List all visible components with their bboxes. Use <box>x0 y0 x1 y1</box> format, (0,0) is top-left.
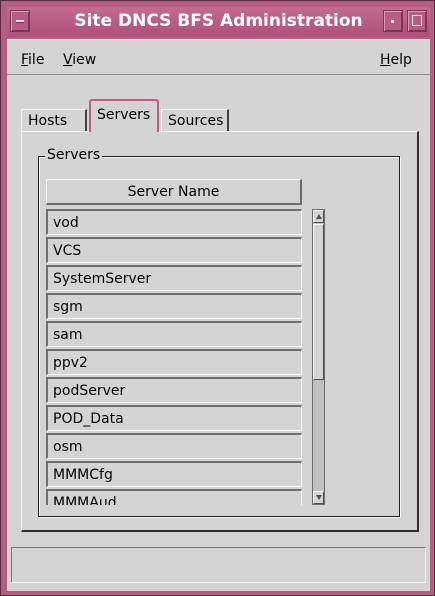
tab-sources-label: Sources <box>168 113 224 129</box>
tab-hosts-label: Hosts <box>28 113 68 129</box>
window-client-area: File View Help Hosts Servers Sources Ser… <box>7 39 430 591</box>
status-bar <box>11 547 426 583</box>
server-row-podserver[interactable]: podServer <box>46 377 302 403</box>
window-title: Site DNCS BFS Administration <box>74 11 363 31</box>
menu-view-mnemonic: V <box>63 52 73 68</box>
server-name-column-header[interactable]: Server Name <box>46 179 302 205</box>
server-row-vod[interactable]: vod <box>46 209 302 235</box>
maximize-button[interactable] <box>407 10 427 32</box>
menu-file[interactable]: File <box>21 52 44 68</box>
server-row-mmmaud[interactable]: MMMAud <box>46 489 302 505</box>
server-row-sam[interactable]: sam <box>46 321 302 347</box>
scrollbar-thumb[interactable] <box>313 224 324 380</box>
server-row-mmmcfg[interactable]: MMMCfg <box>46 461 302 487</box>
servers-group: Servers Server Name vod VCS SystemServer… <box>38 147 400 517</box>
server-list[interactable]: vod VCS SystemServer sgm sam ppv2 podSer… <box>46 209 302 505</box>
tab-container: Hosts Servers Sources Servers Server Nam… <box>19 99 419 532</box>
menu-help-label: elp <box>390 52 412 68</box>
server-row-ppv2[interactable]: ppv2 <box>46 349 302 375</box>
tab-servers[interactable]: Servers <box>89 99 159 132</box>
title-bar[interactable]: Site DNCS BFS Administration <box>7 7 430 37</box>
server-row-systemserver[interactable]: SystemServer <box>46 265 302 291</box>
tab-servers-label: Servers <box>97 107 151 123</box>
minimize-button[interactable] <box>383 10 403 32</box>
menu-bar: File View Help <box>7 39 430 75</box>
tab-sources[interactable]: Sources <box>161 109 229 131</box>
tab-hosts[interactable]: Hosts <box>21 109 87 131</box>
servers-group-label: Servers <box>45 147 103 163</box>
menu-file-mnemonic: F <box>21 52 29 68</box>
menu-file-label: ile <box>28 52 45 68</box>
servers-tab-panel: Servers Server Name vod VCS SystemServer… <box>21 131 419 532</box>
server-row-osm[interactable]: osm <box>46 433 302 459</box>
server-row-pod-data[interactable]: POD_Data <box>46 405 302 431</box>
server-row-vcs[interactable]: VCS <box>46 237 302 263</box>
menu-help[interactable]: Help <box>380 52 412 68</box>
scroll-up-arrow-icon[interactable] <box>313 210 324 223</box>
server-row-sgm[interactable]: sgm <box>46 293 302 319</box>
menu-view[interactable]: View <box>63 52 96 68</box>
menu-view-label: iew <box>72 52 97 68</box>
scroll-down-arrow-icon[interactable] <box>313 491 324 504</box>
menu-help-mnemonic: H <box>380 52 391 68</box>
server-list-scrollbar[interactable] <box>312 209 325 505</box>
application-window: Site DNCS BFS Administration File View H… <box>0 0 435 596</box>
